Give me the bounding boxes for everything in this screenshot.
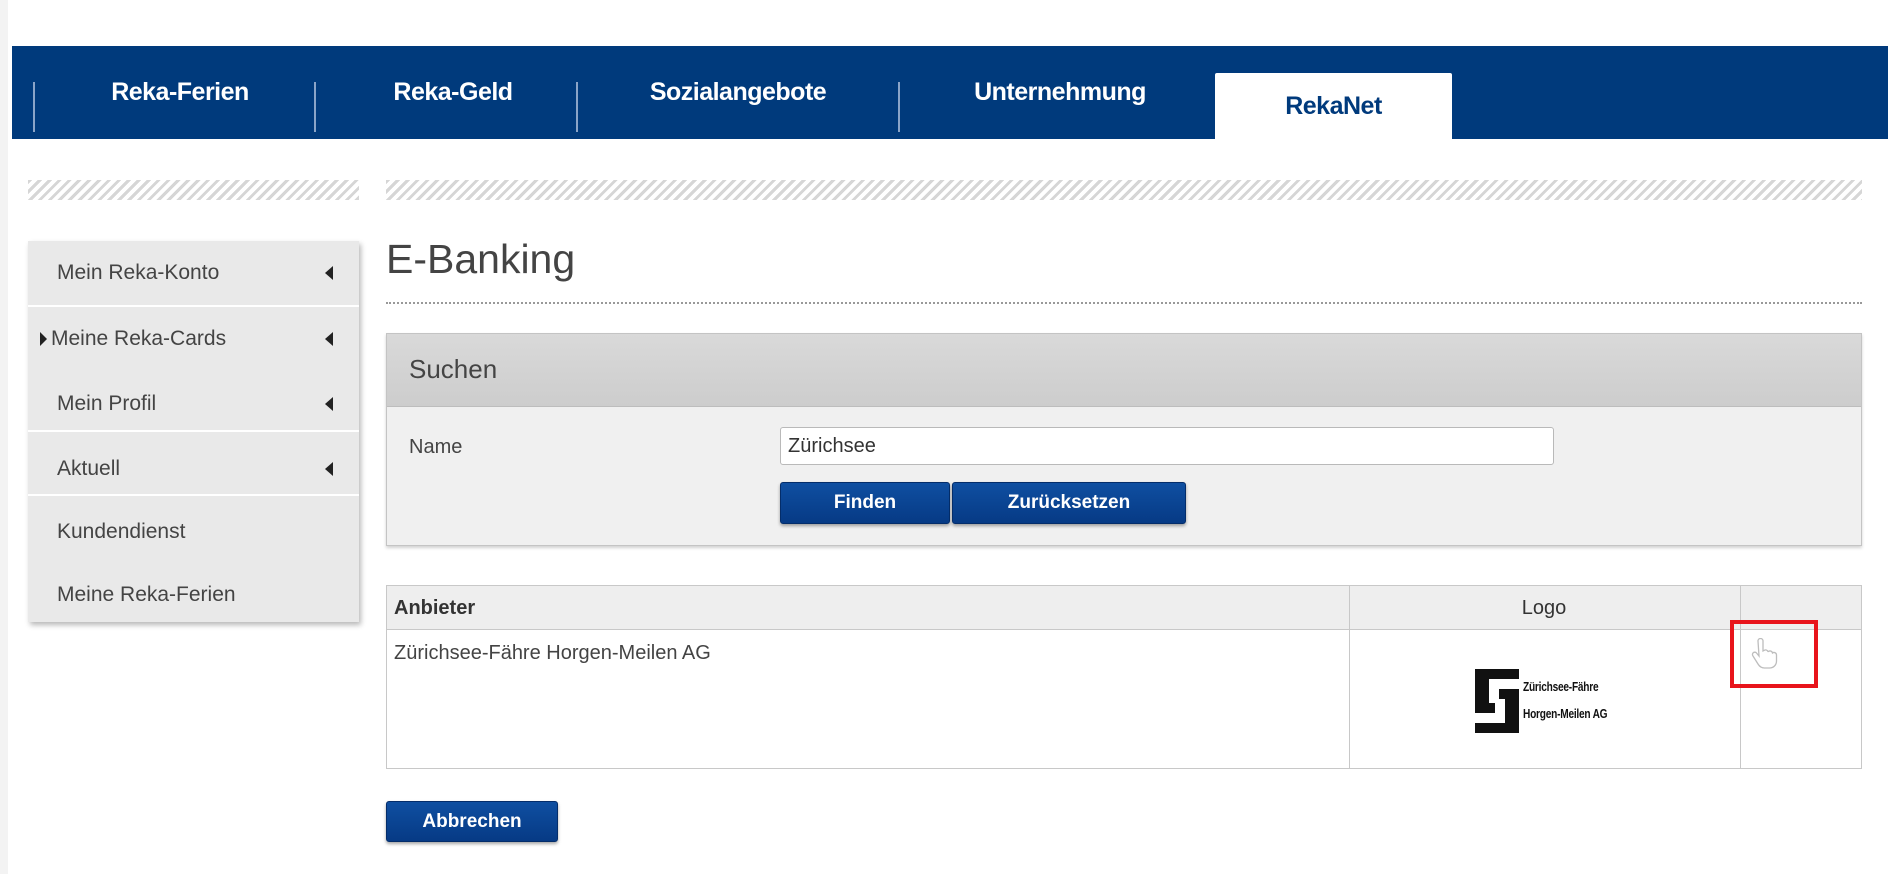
- nav-item-reka-ferien[interactable]: Reka-Ferien: [35, 46, 325, 139]
- nav-item-reka-geld[interactable]: Reka-Geld: [316, 46, 590, 139]
- logo-line: Zürichsee-Fähre: [1523, 679, 1599, 694]
- decorative-hatch: [28, 180, 359, 200]
- find-button[interactable]: Finden: [780, 482, 950, 524]
- name-label: Name: [409, 436, 463, 458]
- chevron-left-icon: [325, 462, 333, 476]
- table-cell-provider: Zürichsee-Fähre Horgen-Meilen AG: [394, 642, 711, 664]
- search-panel: Suchen Name Finden Zurücksetzen: [386, 333, 1862, 546]
- sidebar-item-kundendienst[interactable]: Kundendienst: [28, 500, 359, 564]
- sidebar-item-mein-profil[interactable]: Mein Profil: [28, 372, 359, 436]
- sidebar-item-label: Meine Reka-Cards: [51, 327, 227, 350]
- name-search-input[interactable]: [780, 427, 1554, 465]
- page-edge: [0, 0, 8, 874]
- sidebar-menu: Mein Reka-Konto Meine Reka-Cards Mein Pr…: [28, 241, 359, 622]
- logo-line: Horgen-Meilen AG: [1523, 706, 1608, 721]
- results-table: Anbieter Logo Zürichsee-Fähre Horgen-Mei…: [386, 585, 1862, 769]
- nav-item-rekanet[interactable]: RekaNet: [1215, 73, 1452, 139]
- provider-logo: Zürichsee-Fähre Horgen-Meilen AG: [1475, 669, 1645, 733]
- sidebar-item-meine-reka-cards[interactable]: Meine Reka-Cards: [28, 307, 359, 371]
- sidebar-item-label: Aktuell: [57, 457, 121, 480]
- reset-button[interactable]: Zurücksetzen: [952, 482, 1186, 524]
- column-header-anbieter: Anbieter: [394, 597, 476, 619]
- nav-item-sozialangebote[interactable]: Sozialangebote: [578, 46, 898, 139]
- ferry-logo-icon: [1475, 669, 1519, 733]
- sidebar-divider: [28, 430, 359, 432]
- sidebar-item-label: Mein Profil: [57, 392, 157, 415]
- title-divider: [386, 302, 1862, 304]
- chevron-right-icon: [40, 332, 47, 346]
- chevron-left-icon: [325, 332, 333, 346]
- search-panel-header: Suchen: [387, 334, 1861, 407]
- main-navigation: Reka-Ferien Reka-Geld Sozialangebote Unt…: [12, 46, 1888, 139]
- column-header-logo: Logo: [1521, 597, 1567, 619]
- hand-pointer-icon[interactable]: [1749, 638, 1779, 670]
- page-title: E-Banking: [386, 236, 576, 282]
- sidebar-item-label: Meine Reka-Ferien: [57, 583, 236, 606]
- logo-wordmark: Zürichsee-Fähre Horgen-Meilen AG: [1523, 673, 1608, 727]
- sidebar-item-aktuell[interactable]: Aktuell: [28, 437, 359, 501]
- sidebar-item-label: Kundendienst: [57, 520, 186, 543]
- nav-item-unternehmung[interactable]: Unternehmung: [900, 46, 1220, 139]
- chevron-left-icon: [325, 397, 333, 411]
- search-heading: Suchen: [409, 354, 498, 384]
- sidebar-item-mein-reka-konto[interactable]: Mein Reka-Konto: [28, 241, 359, 305]
- sidebar-divider: [28, 494, 359, 496]
- chevron-left-icon: [325, 266, 333, 280]
- decorative-hatch: [386, 180, 1862, 200]
- sidebar-item-label: Mein Reka-Konto: [57, 261, 220, 284]
- cancel-button[interactable]: Abbrechen: [386, 801, 558, 842]
- sidebar-item-meine-reka-ferien[interactable]: Meine Reka-Ferien: [28, 563, 359, 627]
